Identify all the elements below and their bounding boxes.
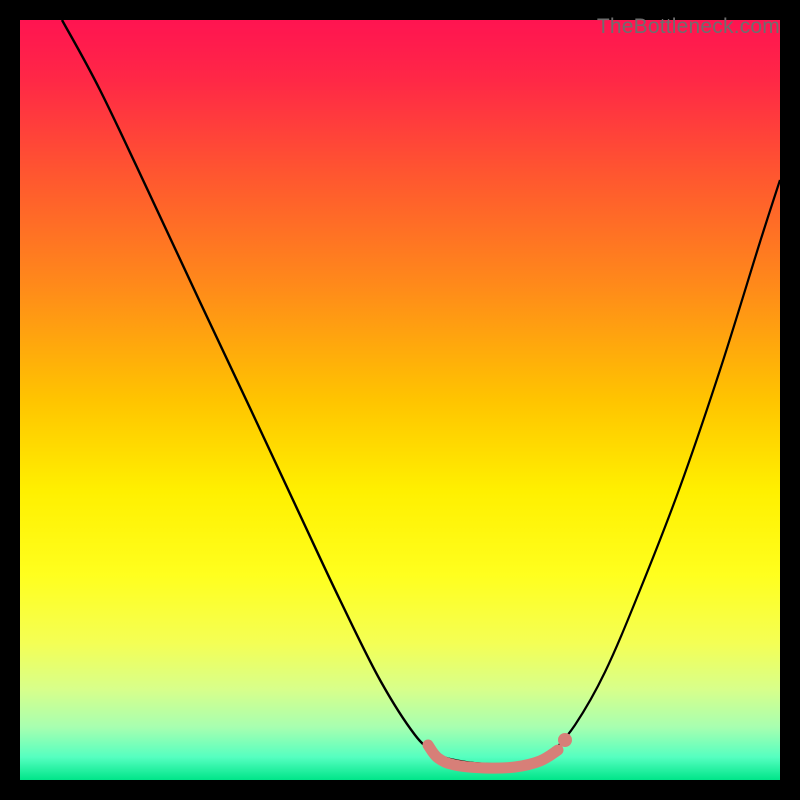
watermark-text: TheBottleneck.com [597, 15, 780, 39]
valley-highlight [428, 745, 558, 768]
bottleneck-chart [20, 20, 780, 780]
left-curve [62, 20, 550, 764]
chart-frame [10, 10, 790, 790]
valley-dot [558, 733, 572, 747]
right-curve [550, 180, 780, 755]
chart-svg [20, 20, 780, 780]
